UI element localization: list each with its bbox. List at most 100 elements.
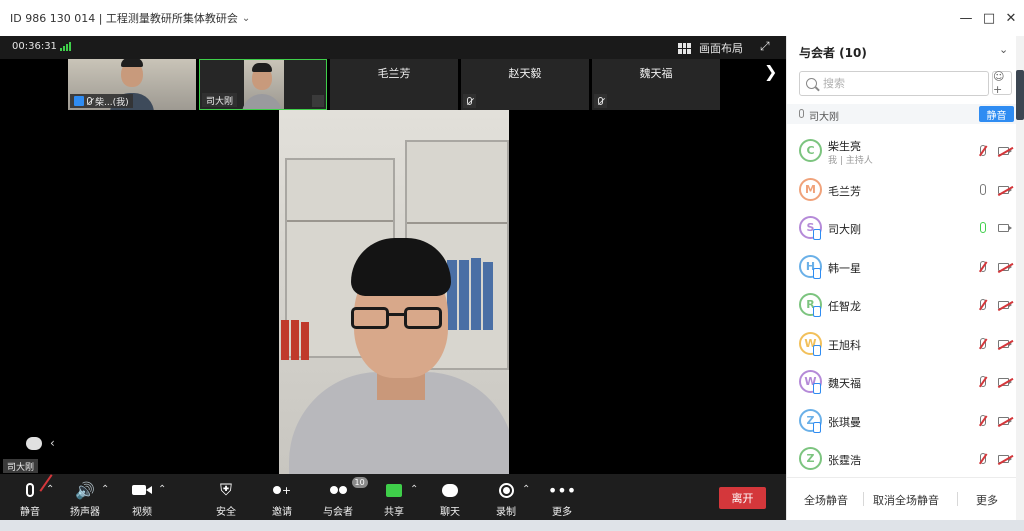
avatar: M	[799, 177, 822, 201]
camera-off-icon[interactable]	[998, 339, 1012, 348]
mic-muted-icon[interactable]	[980, 337, 986, 349]
mic-muted-icon	[467, 97, 472, 105]
speaker-icon: 🔊	[75, 480, 95, 500]
record-icon	[498, 479, 514, 501]
leave-button[interactable]: 离开	[719, 487, 766, 509]
participant-tag	[463, 94, 476, 108]
maximize-button[interactable]: □	[980, 9, 998, 27]
video-options-caret[interactable]: ⌃	[158, 484, 166, 495]
video-button[interactable]: 视频	[122, 479, 162, 518]
participant-row[interactable]: Z 张琪曼	[787, 404, 1017, 438]
chevron-down-icon[interactable]: ⌄	[242, 13, 250, 24]
mic-icon[interactable]	[980, 183, 986, 195]
mic-muted-icon[interactable]	[980, 260, 986, 272]
meeting-top-bar: 00:36:31 画面布局 ⤢	[0, 36, 786, 59]
share-button[interactable]: 共享	[374, 479, 414, 518]
thumbnail-participant[interactable]: 赵天毅	[461, 59, 589, 110]
camera-off-icon[interactable]	[998, 301, 1012, 309]
layout-button[interactable]: 画面布局	[678, 40, 743, 56]
mic-muted-icon[interactable]	[980, 414, 986, 426]
participant-row[interactable]: R 任智龙	[787, 288, 1017, 322]
chat-button[interactable]: 聊天	[430, 479, 470, 518]
chat-icon	[442, 479, 458, 501]
fullscreen-icon[interactable]: ⤢	[760, 39, 770, 54]
more-button[interactable]: ••• 更多	[542, 479, 582, 519]
share-options-caret[interactable]: ⌃	[410, 484, 418, 495]
search-input[interactable]	[823, 77, 973, 90]
mic-muted-icon[interactable]	[980, 299, 986, 310]
mic-muted-icon[interactable]	[980, 145, 986, 156]
camera-off-icon[interactable]	[998, 185, 1012, 194]
search-box[interactable]	[799, 71, 989, 96]
invite-button[interactable]: + 邀请	[262, 479, 302, 519]
minimize-button[interactable]: —	[957, 9, 975, 27]
mute-speaker-button[interactable]: 静音	[979, 106, 1014, 122]
participant-row[interactable]: H 韩一星	[787, 250, 1017, 284]
thumbnail-active-speaker[interactable]: 司大刚	[199, 59, 327, 110]
scrollbar-thumb[interactable]	[1016, 70, 1024, 120]
thumbnail-self[interactable]: 柴...(我)	[68, 59, 196, 110]
panel-more-button[interactable]: 更多	[976, 492, 998, 508]
video-stage: 00:36:31 画面布局 ⤢ 柴...(我) 司大刚 毛兰芳 赵天毅 魏天福 …	[0, 36, 786, 520]
participant-name: 司大刚	[828, 223, 861, 236]
avatar: Z	[799, 447, 822, 470]
invite-participant-icon[interactable]: ☺+	[992, 70, 1012, 96]
chevron-left-icon[interactable]: ‹	[50, 436, 55, 450]
chevron-right-icon[interactable]: ❯	[764, 62, 777, 81]
participants-button[interactable]: 10 与会者	[318, 477, 368, 518]
participant-name: 柴生亮	[828, 140, 861, 153]
participant-name: 任智龙	[828, 300, 861, 313]
thumbnail-participant[interactable]: 魏天福	[592, 59, 720, 110]
meeting-title[interactable]: ID 986 130 014 | 工程测量教研所集体教研会	[10, 10, 238, 26]
security-button[interactable]: ⛨ 安全	[206, 479, 246, 518]
speaking-name: 司大刚	[809, 112, 839, 123]
grid-layout-icon	[678, 42, 691, 54]
chat-bubble-icon	[26, 436, 42, 450]
thumbnail-participant[interactable]: 毛兰芳	[330, 59, 458, 110]
chat-float-button[interactable]: ‹	[26, 436, 55, 450]
camera-off-icon[interactable]	[998, 416, 1012, 425]
participant-row[interactable]: Z 张霆浩	[787, 442, 1017, 476]
participant-row[interactable]: W 王旭科	[787, 327, 1017, 361]
panel-footer: 全场静音 取消全场静音 更多	[787, 477, 1017, 520]
participants-panel: 与会者 (10) ⌄ ☺+ 司大刚 静音 C 柴生亮我 | 主持人 M 毛兰芳 S司大刚…	[786, 36, 1017, 520]
mute-all-button[interactable]: 全场静音	[804, 492, 848, 508]
search-icon	[806, 78, 817, 89]
add-user-icon: +	[272, 479, 291, 501]
meeting-timer: 00:36:31	[12, 41, 57, 52]
mic-icon[interactable]	[980, 222, 986, 233]
participant-role: 我 | 主持人	[828, 156, 873, 166]
chevron-down-icon[interactable]: ⌄	[999, 43, 1008, 56]
shield-icon: ⛨	[219, 480, 232, 499]
title-bar: ID 986 130 014 | 工程测量教研所集体教研会 ⌄ — □ ✕	[0, 0, 1024, 36]
unmute-all-button[interactable]: 取消全场静音	[873, 492, 939, 508]
participant-name: 魏天福	[828, 377, 861, 390]
mute-button[interactable]: 静音	[10, 474, 53, 518]
mobile-device-icon	[813, 344, 821, 356]
participant-row[interactable]: S 司大刚	[787, 211, 1017, 245]
participant-name: 韩一星	[828, 261, 861, 275]
mute-options-caret[interactable]: ⌃	[46, 484, 54, 495]
participant-row[interactable]: M 毛兰芳	[787, 173, 1017, 207]
mic-muted-icon[interactable]	[980, 453, 986, 464]
speaker-button[interactable]: 🔊 扬声器	[65, 479, 105, 519]
record-options-caret[interactable]: ⌃	[522, 484, 530, 495]
participant-row[interactable]: W 魏天福	[787, 365, 1017, 399]
camera-off-icon[interactable]	[998, 378, 1012, 386]
participant-name: 毛兰芳	[828, 184, 861, 198]
mobile-device-icon	[813, 306, 821, 317]
camera-off-icon[interactable]	[998, 147, 1012, 155]
camera-off-icon[interactable]	[998, 455, 1012, 463]
mic-muted-icon[interactable]	[980, 376, 986, 387]
participant-tag: 柴...(我)	[70, 94, 133, 108]
more-dots-icon: •••	[547, 480, 577, 500]
speaker-options-caret[interactable]: ⌃	[101, 484, 109, 495]
camera-off-icon[interactable]	[998, 262, 1012, 271]
camera-icon[interactable]	[998, 224, 1012, 232]
record-button[interactable]: 录制	[486, 479, 526, 518]
close-button[interactable]: ✕	[1002, 9, 1020, 27]
speaker-name-tag: 司大刚	[3, 459, 39, 473]
speaking-indicator: 司大刚 静音	[787, 104, 1017, 124]
participant-row[interactable]: C 柴生亮我 | 主持人	[787, 134, 1017, 168]
mobile-device-icon	[813, 421, 821, 433]
